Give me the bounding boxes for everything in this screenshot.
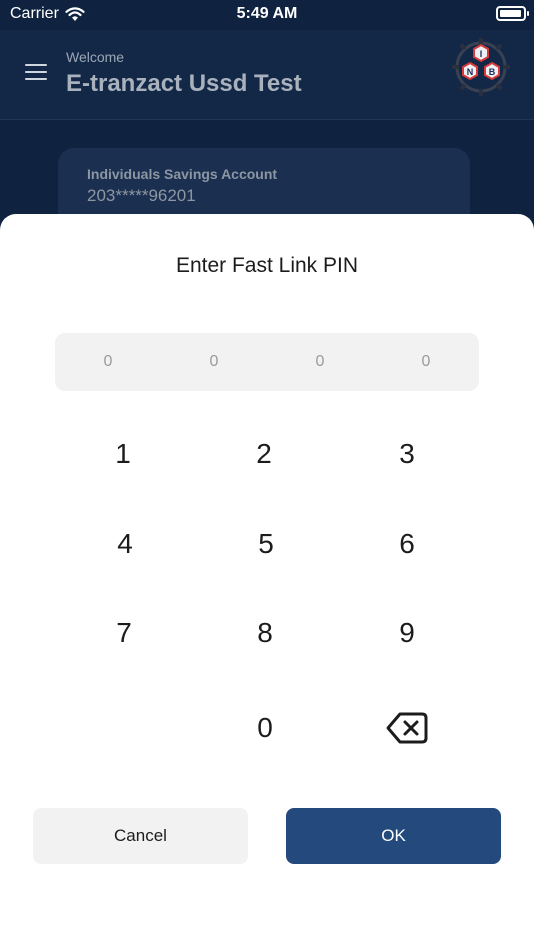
key-7[interactable]: 7 — [79, 603, 169, 663]
status-time: 5:49 AM — [236, 5, 298, 22]
key-3[interactable]: 3 — [362, 424, 452, 484]
account-name: Individuals Savings Account — [87, 166, 278, 182]
key-1[interactable]: 1 — [78, 424, 168, 484]
battery-level — [500, 10, 521, 17]
hamburger-menu-icon[interactable] — [25, 64, 47, 80]
pin-input[interactable]: 0 0 0 0 — [55, 333, 479, 391]
backspace-icon — [386, 712, 428, 744]
sheet-title: Enter Fast Link PIN — [175, 254, 359, 277]
bank-logo-icon: I N B — [452, 38, 510, 96]
key-6[interactable]: 6 — [362, 514, 452, 574]
app-header: Welcome E-tranzact Ussd Test I N B — [0, 30, 534, 120]
logo-letter-b: B — [489, 67, 496, 77]
status-bar: Carrier 5:49 AM — [0, 0, 534, 30]
welcome-text: Welcome — [66, 49, 125, 65]
key-9[interactable]: 9 — [362, 603, 452, 663]
key-8[interactable]: 8 — [220, 603, 310, 663]
page-title: E-tranzact Ussd Test — [66, 70, 302, 97]
pin-digit-2: 0 — [209, 353, 219, 370]
logo-letter-i: I — [480, 49, 483, 59]
key-5[interactable]: 5 — [221, 514, 311, 574]
key-2[interactable]: 2 — [219, 424, 309, 484]
backspace-button[interactable] — [362, 698, 452, 758]
pin-digit-4: 0 — [421, 353, 431, 370]
key-0[interactable]: 0 — [220, 698, 310, 758]
logo-letter-n: N — [467, 67, 474, 77]
battery-icon — [496, 6, 529, 21]
key-4[interactable]: 4 — [80, 514, 170, 574]
pin-digit-3: 0 — [315, 353, 325, 370]
account-number: 203*****96201 — [87, 186, 196, 205]
pin-entry-sheet: Enter Fast Link PIN 0 0 0 0 1 2 3 4 5 6 … — [0, 214, 534, 950]
pin-digit-1: 0 — [103, 353, 113, 370]
cancel-button[interactable]: Cancel — [33, 808, 248, 864]
ok-button[interactable]: OK — [286, 808, 501, 864]
